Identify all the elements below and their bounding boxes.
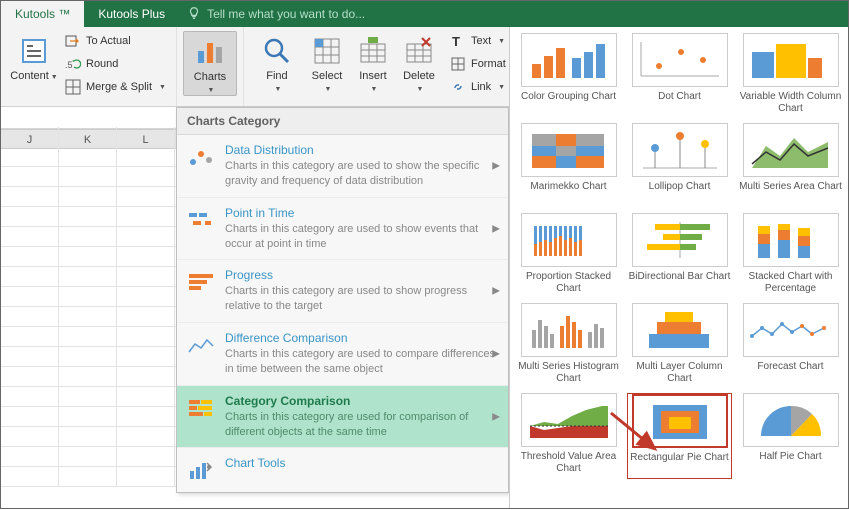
delete-button[interactable]: Delete▼ <box>396 31 442 94</box>
gallery-forecast[interactable]: Forecast Chart <box>738 303 843 387</box>
to-actual-icon <box>65 33 81 49</box>
spreadsheet-grid[interactable]: J K L <box>1 107 176 510</box>
gallery-multi-histogram[interactable]: Multi Series Histogram Chart <box>516 303 621 387</box>
find-icon <box>261 35 293 67</box>
gallery-marimekko[interactable]: Marimekko Chart <box>516 123 621 207</box>
link-icon <box>450 79 466 95</box>
svg-text:.5: .5 <box>65 60 73 70</box>
gallery-color-grouping[interactable]: Color Grouping Chart <box>516 33 621 117</box>
distribution-icon <box>187 143 215 171</box>
find-button[interactable]: Find▼ <box>250 31 304 94</box>
gallery-bidirectional-bar[interactable]: BiDirectional Bar Chart <box>627 213 732 297</box>
category-data-distribution[interactable]: Data DistributionCharts in this category… <box>177 135 508 198</box>
to-actual-button[interactable]: To Actual <box>61 31 170 51</box>
merge-split-icon <box>65 79 81 95</box>
select-button[interactable]: Select▼ <box>304 31 350 94</box>
content-icon <box>18 35 50 67</box>
progress-icon <box>187 268 215 296</box>
gallery-threshold-area[interactable]: Threshold Value Area Chart <box>516 393 621 479</box>
chevron-right-icon: ▶ <box>492 223 500 234</box>
merge-split-button[interactable]: Merge & Split▼ <box>61 77 170 97</box>
chevron-right-icon: ▶ <box>492 411 500 422</box>
gallery-lollipop[interactable]: Lollipop Chart <box>627 123 732 207</box>
svg-text:T: T <box>452 34 460 48</box>
category-progress[interactable]: ProgressCharts in this category are used… <box>177 260 508 323</box>
timeline-icon <box>187 206 215 234</box>
charts-category-dropdown: Charts Category Data DistributionCharts … <box>176 107 509 493</box>
gallery-variable-width[interactable]: Variable Width Column Chart <box>738 33 843 117</box>
insert-icon <box>357 35 389 67</box>
gallery-rectangular-pie[interactable]: Rectangular Pie Chart <box>627 393 732 479</box>
gallery-proportion-stacked[interactable]: Proportion Stacked Chart <box>516 213 621 297</box>
charts-button[interactable]: Charts▼ <box>183 31 237 96</box>
tab-bar: Kutools ™ Kutools Plus Tell me what you … <box>1 1 848 27</box>
lightbulb-icon <box>187 6 201 23</box>
gallery-stacked-percentage[interactable]: Stacked Chart with Percentage <box>738 213 843 297</box>
chevron-right-icon: ▶ <box>492 286 500 297</box>
comparison-icon <box>187 394 215 422</box>
category-point-in-time[interactable]: Point in TimeCharts in this category are… <box>177 198 508 261</box>
dropdown-header: Charts Category <box>177 108 508 135</box>
gallery-half-pie[interactable]: Half Pie Chart <box>738 393 843 479</box>
chart-gallery: Color Grouping Chart Dot Chart Variable … <box>509 27 848 508</box>
text-icon: T <box>450 33 466 49</box>
content-button[interactable]: Content▼ <box>7 31 61 82</box>
round-icon: .5 <box>65 56 81 72</box>
round-button[interactable]: .5 Round <box>61 54 170 74</box>
tell-me-text: Tell me what you want to do... <box>207 7 365 21</box>
chevron-right-icon: ▶ <box>492 348 500 359</box>
category-category-comparison[interactable]: Category ComparisonCharts in this catego… <box>177 386 508 449</box>
tell-me[interactable]: Tell me what you want to do... <box>179 1 848 27</box>
tools-icon <box>187 456 215 484</box>
insert-button[interactable]: Insert▼ <box>350 31 396 94</box>
gallery-multi-layer-column[interactable]: Multi Layer Column Chart <box>627 303 732 387</box>
category-difference-comparison[interactable]: Difference ComparisonCharts in this cate… <box>177 323 508 386</box>
format-icon <box>450 56 466 72</box>
tab-kutools[interactable]: Kutools ™ <box>1 1 84 27</box>
charts-icon <box>194 36 226 68</box>
delete-icon <box>403 35 435 67</box>
select-icon <box>311 35 343 67</box>
category-chart-tools[interactable]: Chart Tools <box>177 448 508 492</box>
gallery-dot-chart[interactable]: Dot Chart <box>627 33 732 117</box>
gallery-multi-series-area[interactable]: Multi Series Area Chart <box>738 123 843 207</box>
tab-kutools-plus[interactable]: Kutools Plus <box>84 1 179 27</box>
difference-icon <box>187 331 215 359</box>
chevron-right-icon: ▶ <box>492 160 500 171</box>
